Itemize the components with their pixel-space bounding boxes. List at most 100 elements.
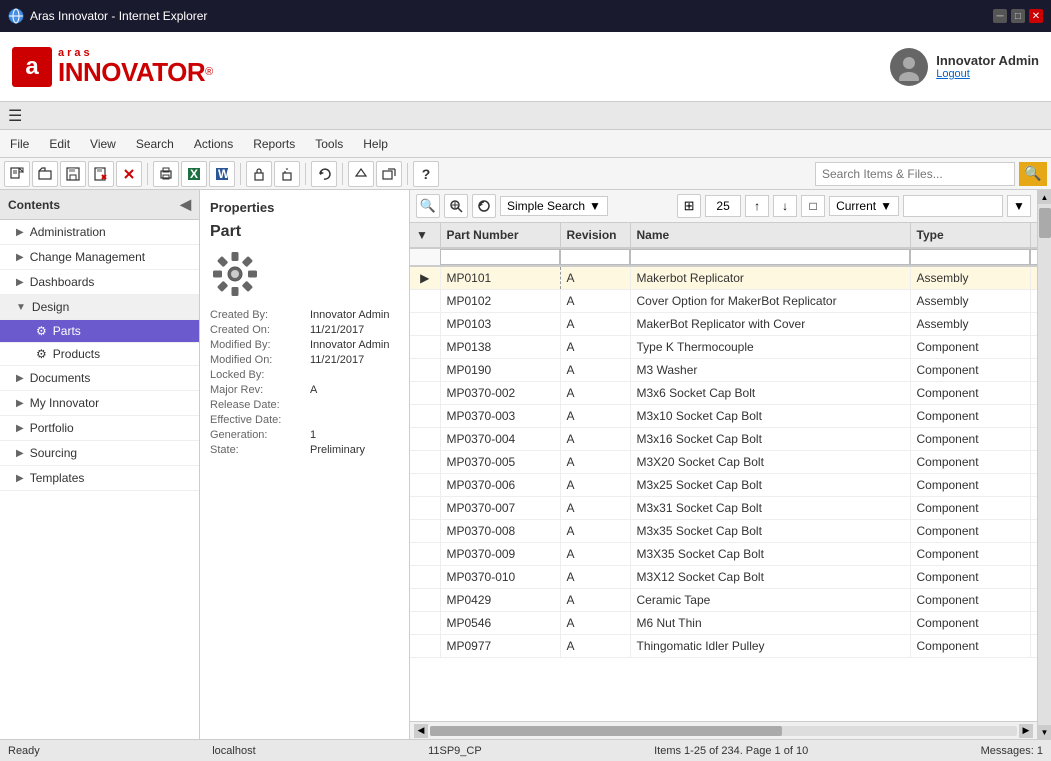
table-row[interactable]: MP0429 A Ceramic Tape Component Prelimin	[410, 589, 1037, 612]
sidebar-collapse-button[interactable]: ◀	[180, 196, 191, 213]
table-row[interactable]: MP0370-006 A M3x25 Socket Cap Bolt Compo…	[410, 474, 1037, 497]
export-word-button[interactable]: W	[209, 161, 235, 187]
sidebar-subitem-parts[interactable]: ⚙ Parts	[0, 320, 199, 343]
state-input[interactable]	[903, 195, 1003, 217]
open-button[interactable]	[32, 161, 58, 187]
cell-type: Component	[910, 428, 1030, 451]
filter-type[interactable]	[910, 249, 1030, 265]
save-close-button[interactable]	[88, 161, 114, 187]
table-row[interactable]: MP0370-002 A M3x6 Socket Cap Bolt Compon…	[410, 382, 1037, 405]
search-mode-dropdown[interactable]: Simple Search ▼	[500, 196, 608, 216]
promote-button[interactable]	[348, 161, 374, 187]
menu-edit[interactable]: Edit	[39, 133, 80, 155]
sidebar-item-change-management[interactable]: ▶ Change Management	[0, 245, 199, 270]
save-button[interactable]	[60, 161, 86, 187]
logout-link[interactable]: Logout	[936, 68, 1039, 80]
search-button[interactable]: 🔍	[1019, 162, 1047, 186]
minimize-button[interactable]: ─	[993, 9, 1007, 23]
table-row[interactable]: MP0370-007 A M3x31 Socket Cap Bolt Compo…	[410, 497, 1037, 520]
menu-tools[interactable]: Tools	[305, 133, 353, 155]
delete-button[interactable]	[116, 161, 142, 187]
page-mode-dropdown[interactable]: Current ▼	[829, 196, 899, 216]
sidebar-item-templates[interactable]: ▶ Templates	[0, 466, 199, 491]
page-mode-label: Current	[836, 199, 876, 213]
sidebar-subitem-products[interactable]: ⚙ Products	[0, 343, 199, 366]
scrollbar-track[interactable]	[430, 726, 1017, 736]
menu-view[interactable]: View	[80, 133, 126, 155]
hamburger-menu[interactable]: ☰	[8, 106, 22, 126]
titlebar-controls: ─ □ ✕	[993, 9, 1043, 23]
count-input[interactable]	[705, 195, 741, 217]
vertical-scrollbar[interactable]: ▲ ▼	[1037, 190, 1051, 739]
sidebar-item-administration[interactable]: ▶ Administration	[0, 220, 199, 245]
print-button[interactable]	[153, 161, 179, 187]
sort-asc-button[interactable]: ↑	[745, 195, 769, 217]
table-row[interactable]: MP0370-009 A M3X35 Socket Cap Bolt Compo…	[410, 543, 1037, 566]
columns-button[interactable]: ⊞	[677, 194, 701, 218]
help-button[interactable]: ?	[413, 161, 439, 187]
horizontal-scrollbar[interactable]: ◀ ▶	[410, 721, 1037, 739]
unlock-button[interactable]	[274, 161, 300, 187]
search-advanced-button[interactable]	[444, 194, 468, 218]
table-row[interactable]: MP0102 A Cover Option for MakerBot Repli…	[410, 290, 1037, 313]
scroll-down-button[interactable]: ▼	[1038, 725, 1051, 739]
sidebar-item-portfolio[interactable]: ▶ Portfolio	[0, 416, 199, 441]
table-row[interactable]: MP0103 A MakerBot Replicator with Cover …	[410, 313, 1037, 336]
sidebar-item-design[interactable]: ▼ Design	[0, 295, 199, 320]
cell-part-number: MP0370-006	[440, 474, 560, 497]
user-name: Innovator Admin	[936, 53, 1039, 68]
menu-reports[interactable]: Reports	[243, 133, 305, 155]
prop-value: Innovator Admin	[310, 309, 390, 321]
table-row[interactable]: MP0370-010 A M3X12 Socket Cap Bolt Compo…	[410, 566, 1037, 589]
cell-part-number: MP0429	[440, 589, 560, 612]
col-header-revision[interactable]: Revision	[560, 223, 630, 248]
col-header-name[interactable]: Name	[630, 223, 910, 248]
col-header-state[interactable]: State	[1030, 223, 1037, 248]
more-options-button[interactable]: ▼	[1007, 195, 1031, 217]
new-button[interactable]	[4, 161, 30, 187]
sidebar-item-documents[interactable]: ▶ Documents	[0, 366, 199, 391]
menu-search[interactable]: Search	[126, 133, 184, 155]
scroll-right-button[interactable]: ▶	[1019, 724, 1033, 738]
filter-state[interactable]	[1030, 249, 1037, 265]
table-row[interactable]: MP0370-003 A M3x10 Socket Cap Bolt Compo…	[410, 405, 1037, 428]
table-row[interactable]: MP0977 A Thingomatic Idler Pulley Compon…	[410, 635, 1037, 658]
table-row[interactable]: MP0546 A M6 Nut Thin Component Prelimin	[410, 612, 1037, 635]
search-run-button[interactable]: 🔍	[416, 194, 440, 218]
status-messages: Messages: 1	[981, 745, 1043, 757]
filter-revision[interactable]	[560, 249, 630, 265]
table-row[interactable]: ▶ MP0101 A Makerbot Replicator Assembly …	[410, 266, 1037, 290]
menu-help[interactable]: Help	[353, 133, 398, 155]
table-row[interactable]: MP0370-004 A M3x16 Socket Cap Bolt Compo…	[410, 428, 1037, 451]
sidebar-item-dashboards[interactable]: ▶ Dashboards	[0, 270, 199, 295]
table-row[interactable]: MP0370-008 A M3x35 Socket Cap Bolt Compo…	[410, 520, 1037, 543]
export-excel-button[interactable]: X	[181, 161, 207, 187]
close-button[interactable]: ✕	[1029, 9, 1043, 23]
sidebar-item-my-innovator[interactable]: ▶ My Innovator	[0, 391, 199, 416]
sidebar-label-parts: Parts	[53, 324, 81, 338]
scroll-up-button[interactable]: ▲	[1038, 190, 1051, 204]
table-row[interactable]: MP0370-005 A M3X20 Socket Cap Bolt Compo…	[410, 451, 1037, 474]
row-indicator	[410, 520, 440, 543]
search-input[interactable]	[815, 162, 1015, 186]
undo-button[interactable]	[311, 161, 337, 187]
claim-button[interactable]	[376, 161, 402, 187]
col-header-type[interactable]: Type	[910, 223, 1030, 248]
sidebar-item-sourcing[interactable]: ▶ Sourcing	[0, 441, 199, 466]
scroll-left-button[interactable]: ◀	[414, 724, 428, 738]
cell-part-number: MP0102	[440, 290, 560, 313]
sort-desc-button[interactable]: ↓	[773, 195, 797, 217]
table-row[interactable]: MP0138 A Type K Thermocouple Component P…	[410, 336, 1037, 359]
filter-part-number[interactable]	[440, 249, 560, 265]
lock-button[interactable]	[246, 161, 272, 187]
search-reset-button[interactable]	[472, 194, 496, 218]
titlebar: Aras Innovator - Internet Explorer ─ □ ✕	[0, 0, 1051, 32]
filter-name[interactable]	[630, 249, 910, 265]
menu-file[interactable]: File	[0, 133, 39, 155]
col-header-part-number[interactable]: Part Number	[440, 223, 560, 248]
table-row[interactable]: MP0190 A M3 Washer Component Prelimin	[410, 359, 1037, 382]
sidebar-label-documents: Documents	[30, 371, 91, 385]
maximize-button[interactable]: □	[1011, 9, 1025, 23]
layout-button[interactable]: □	[801, 195, 825, 217]
menu-actions[interactable]: Actions	[184, 133, 243, 155]
